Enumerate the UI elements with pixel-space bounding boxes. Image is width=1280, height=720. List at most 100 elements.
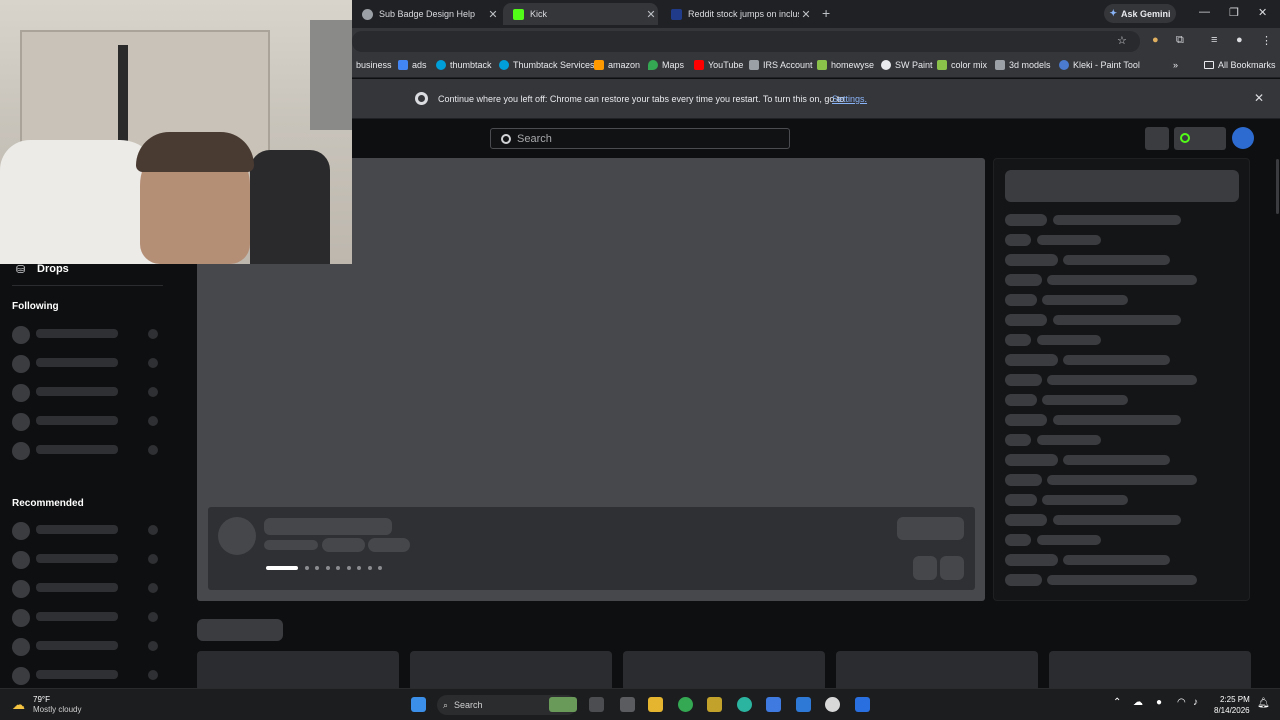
profile-icon[interactable]: ●	[1236, 34, 1243, 46]
streamer-avatar-placeholder[interactable]	[218, 517, 256, 555]
settings-link[interactable]: Settings.	[832, 94, 867, 104]
bookmark-3d-models[interactable]: 3d models	[995, 60, 1051, 70]
carousel-dot[interactable]	[347, 566, 351, 570]
word-icon[interactable]	[855, 697, 870, 712]
restore-icon[interactable]: ❐	[1229, 6, 1239, 19]
microphone-icon[interactable]: ●	[1156, 697, 1162, 708]
list-item-dot	[148, 445, 158, 455]
clock-date[interactable]: 8/14/2026	[1214, 706, 1250, 715]
list-item-avatar-placeholder[interactable]	[12, 580, 30, 598]
bookmark-sw-paint[interactable]: SW Paint	[881, 60, 933, 70]
paint-app-icon[interactable]	[796, 697, 811, 712]
system-tray-chevron-icon[interactable]: ⌃	[1113, 697, 1121, 708]
list-item-avatar-placeholder[interactable]	[12, 326, 30, 344]
minimize-icon[interactable]: —	[1199, 6, 1210, 18]
watch-button-placeholder[interactable]	[897, 517, 964, 540]
menu-kebab-icon[interactable]: ⋮	[1261, 34, 1272, 47]
bookmark-maps[interactable]: Maps	[648, 60, 684, 70]
bookmark-thumbtack-services[interactable]: Thumbtack Services	[499, 60, 595, 70]
row-text-placeholder	[1042, 395, 1128, 405]
stream-card-placeholder[interactable]	[1049, 651, 1251, 688]
new-tab-button[interactable]: +	[822, 5, 830, 21]
bookmark-amazon[interactable]: amazon	[594, 60, 640, 70]
search-input[interactable]: Search	[490, 128, 790, 149]
carousel-dot[interactable]	[368, 566, 372, 570]
wifi-icon[interactable]: ◠	[1177, 697, 1186, 708]
task-view-icon[interactable]	[589, 697, 604, 712]
close-window-icon[interactable]: ✕	[1258, 6, 1267, 19]
login-button-placeholder[interactable]	[1145, 127, 1169, 150]
carousel-indicator-active[interactable]	[266, 566, 298, 570]
weather-description[interactable]: Mostly cloudy	[33, 705, 81, 714]
stream-card-placeholder[interactable]	[410, 651, 612, 688]
list-item-avatar-placeholder[interactable]	[12, 442, 30, 460]
list-item-avatar-placeholder[interactable]	[12, 638, 30, 656]
bookmark-kleki[interactable]: Kleki - Paint Tool	[1059, 60, 1140, 70]
list-item-text-placeholder	[36, 554, 118, 563]
bookmark-irs-account[interactable]: IRS Account	[749, 60, 813, 70]
bookmark-label: thumbtack	[450, 60, 492, 70]
next-button-placeholder[interactable]	[940, 556, 964, 580]
carousel-dot[interactable]	[315, 566, 319, 570]
list-item-avatar-placeholder[interactable]	[12, 609, 30, 627]
bookmark-business[interactable]: business	[356, 60, 392, 70]
volume-icon[interactable]: ♪	[1193, 697, 1198, 708]
prev-button-placeholder[interactable]	[913, 556, 937, 580]
stream-card-placeholder[interactable]	[623, 651, 825, 688]
list-item-avatar-placeholder[interactable]	[12, 551, 30, 569]
list-item-avatar-placeholder[interactable]	[12, 413, 30, 431]
bookmark-homewyse[interactable]: homewyse	[817, 60, 874, 70]
chrome-icon[interactable]	[678, 697, 693, 712]
bookmark-color-mix[interactable]: color mix	[937, 60, 987, 70]
carousel-dot[interactable]	[378, 566, 382, 570]
all-bookmarks-button[interactable]: All Bookmarks	[1204, 60, 1276, 70]
list-item-avatar-placeholder[interactable]	[12, 522, 30, 540]
media-control-icon[interactable]: ≡	[1211, 34, 1217, 46]
homewyse-icon	[817, 60, 827, 70]
address-bar[interactable]	[352, 31, 1140, 52]
file-explorer-icon[interactable]	[648, 697, 663, 712]
close-infobar-icon[interactable]: ✕	[1254, 91, 1264, 105]
avatar[interactable]	[1232, 127, 1254, 149]
obs-icon[interactable]	[825, 697, 840, 712]
weather-temperature[interactable]: 79°F	[33, 695, 50, 704]
onedrive-icon[interactable]: ☁	[1133, 697, 1143, 708]
stream-card-placeholder[interactable]	[836, 651, 1038, 688]
carousel-dot[interactable]	[326, 566, 330, 570]
carousel-dot[interactable]	[305, 566, 309, 570]
tab-sub-badge-design-help[interactable]: Sub Badge Design Help ✕	[352, 3, 500, 25]
scrollbar-thumb[interactable]	[1276, 159, 1279, 214]
list-item-avatar-placeholder[interactable]	[12, 384, 30, 402]
bookmark-label: Kleki - Paint Tool	[1073, 60, 1140, 70]
app-stack-icon[interactable]	[707, 697, 722, 712]
sidebar-item-drops[interactable]: Drops	[37, 263, 69, 275]
folder-icon	[1204, 61, 1214, 69]
carousel-dot[interactable]	[336, 566, 340, 570]
clock-time[interactable]: 2:25 PM	[1220, 695, 1250, 704]
notepad-icon[interactable]	[620, 697, 635, 712]
bookmark-thumbtack[interactable]: thumbtack	[436, 60, 492, 70]
signup-button-placeholder[interactable]	[1174, 127, 1226, 150]
bookmark-ads[interactable]: ads	[398, 60, 427, 70]
bookmark-star-icon[interactable]: ☆	[1117, 34, 1127, 47]
tab-reddit-stock[interactable]: Reddit stock jumps on inclusio ✕	[661, 3, 813, 25]
close-tab-icon[interactable]: ✕	[799, 8, 813, 21]
edge-icon[interactable]	[737, 697, 752, 712]
close-tab-icon[interactable]: ✕	[486, 8, 500, 21]
more-bookmarks-chevron-icon[interactable]: »	[1173, 60, 1178, 70]
extensions-puzzle-icon[interactable]: ⧉	[1176, 34, 1184, 47]
list-item-avatar-placeholder[interactable]	[12, 667, 30, 685]
windows-start-icon[interactable]	[411, 697, 426, 712]
carousel-dot[interactable]	[357, 566, 361, 570]
tab-kick[interactable]: Kick ✕	[503, 3, 658, 25]
extension-icon[interactable]: ●	[1152, 34, 1159, 46]
list-item-avatar-placeholder[interactable]	[12, 355, 30, 373]
notification-bell-icon[interactable]: 🔔︎	[1257, 698, 1270, 709]
search-icon: ⌕	[443, 699, 449, 710]
bookmark-youtube[interactable]: YouTube	[694, 60, 743, 70]
ask-gemini-button[interactable]: ✦ Ask Gemini	[1104, 4, 1176, 23]
stream-card-placeholder[interactable]	[197, 651, 399, 688]
notes-app-icon[interactable]	[766, 697, 781, 712]
maps-icon	[648, 60, 658, 70]
close-tab-icon[interactable]: ✕	[644, 8, 658, 21]
